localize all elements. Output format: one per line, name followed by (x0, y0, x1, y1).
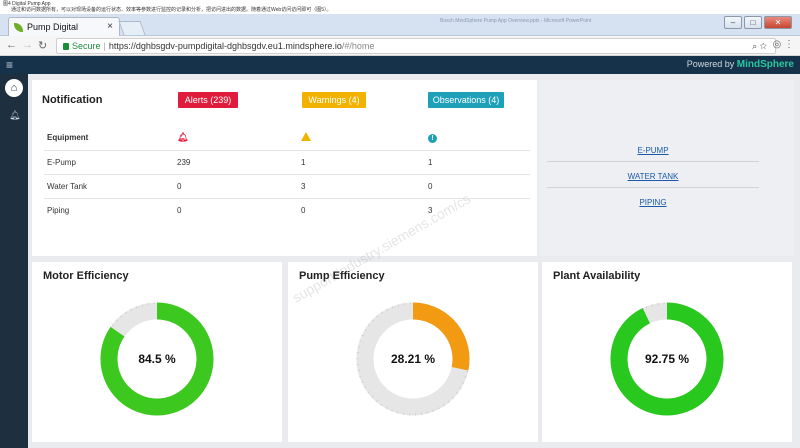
app-leaf-icon (14, 23, 23, 32)
address-bar-row: ← → ↻ Secure | https://dghbsgdv-pumpdigita… (0, 36, 800, 56)
window-controls: – □ ✕ (724, 16, 792, 29)
link-piping[interactable]: PIPING (547, 198, 759, 207)
motor-efficiency-value: 84.5 % (138, 352, 176, 366)
browser-tab-strip: Pump Digital × Bosch MindSphere Pump App… (0, 14, 800, 36)
browser-menu-icons: ◎ ⋮ (772, 39, 794, 50)
kebab-menu-icon[interactable]: ⋮ (784, 39, 794, 50)
pump-efficiency-title: Pump Efficiency (299, 270, 385, 282)
plant-availability-gauge: 92.75 % (610, 302, 724, 416)
warnings-count: 0 (301, 205, 306, 215)
url-host: https://dghbsgdv-pumpdigital-dghbsgdv.eu… (108, 41, 342, 51)
powered-by-label: Powered by (686, 59, 735, 69)
close-window-button[interactable]: ✕ (764, 16, 792, 29)
url-separator: | (103, 41, 106, 51)
link-divider (547, 187, 759, 188)
table-row: Piping 0 0 3 (44, 198, 530, 222)
warning-triangle-icon (301, 132, 311, 142)
bell-icon[interactable]: 🔔︎ (9, 110, 20, 121)
mindsphere-brand: MindSphere (736, 59, 794, 70)
pump-efficiency-card: Pump Efficiency 28.21 % (288, 262, 538, 442)
back-arrow-icon[interactable]: ← (6, 39, 17, 51)
warnings-count: 1 (298, 150, 425, 175)
equipment-header: Equipment (44, 126, 174, 151)
star-icon[interactable]: ☆ (760, 41, 767, 51)
motor-efficiency-title: Motor Efficiency (43, 270, 129, 282)
table-header-row: Equipment 🔔︎ ! (44, 126, 530, 151)
url-path: /#/home (341, 41, 375, 51)
window-title: Bosch MindSphere Pump App Overview.pptx … (440, 18, 592, 24)
alert-bell-icon: 🔔︎ (177, 132, 189, 143)
tab-title: Pump Digital (27, 22, 79, 32)
warnings-badge[interactable]: Warnings (4) (302, 92, 366, 108)
maximize-button[interactable]: □ (744, 16, 762, 29)
equipment-name: Piping (47, 205, 70, 215)
alerts-badge[interactable]: Alerts (239) (178, 92, 238, 108)
equipment-name: Water Tank (44, 174, 174, 199)
equipment-table: Equipment 🔔︎ ! E-Pump 239 1 1 Water Tank… (44, 126, 530, 222)
warnings-count: 3 (298, 174, 425, 199)
alerts-count: 0 (174, 174, 298, 199)
pump-efficiency-value: 28.21 % (390, 352, 436, 366)
observation-column-header: ! (425, 126, 530, 151)
alerts-count: 239 (174, 150, 298, 175)
caption-line-2: 通过和访问数据所有，可以对现场设备的运行状态、效率等参数进行监控的记录和分析，把… (11, 7, 332, 13)
link-e-pump[interactable]: E-PUMP (547, 146, 759, 155)
notification-title: Notification (42, 94, 103, 106)
lock-icon (63, 43, 69, 50)
powered-by: Powered by MindSphere (687, 59, 794, 70)
zoom-icon[interactable]: ⌕ (752, 41, 757, 51)
motor-efficiency-gauge: 84.5 % (100, 302, 214, 416)
observations-count: 1 (425, 150, 530, 175)
hamburger-menu-icon[interactable]: ≡ (6, 58, 13, 72)
observations-count: 0 (425, 174, 530, 199)
info-icon: ! (428, 133, 437, 143)
link-water-tank[interactable]: WATER TANK (547, 172, 759, 181)
table-row: Water Tank 0 3 0 (44, 174, 530, 199)
forward-arrow-icon[interactable]: → (22, 39, 33, 51)
new-tab-button[interactable] (118, 21, 146, 35)
link-divider (547, 161, 759, 162)
table-row: E-Pump 239 1 1 (44, 150, 530, 175)
tab-close-icon[interactable]: × (107, 21, 113, 32)
alert-column-header: 🔔︎ (174, 126, 298, 151)
observations-badge[interactable]: Observations (4) (428, 92, 504, 108)
alerts-count: 0 (177, 205, 182, 215)
browser-tab[interactable]: Pump Digital × (8, 17, 120, 36)
observations-count: 3 (428, 205, 433, 215)
notification-card: Notification Alerts (239) Warnings (4) O… (32, 80, 537, 256)
secure-label: Secure (72, 41, 101, 51)
url-input[interactable]: Secure | https://dghbsgdv-pumpdigital-dghb… (56, 38, 776, 54)
equipment-links-card: E-PUMP WATER TANK PIPING (539, 80, 794, 256)
omnibox-icons: ⌕ ☆ (752, 41, 767, 52)
sidebar: ⌂ 🔔︎ (0, 74, 28, 448)
pump-efficiency-gauge: 28.21 % (356, 302, 470, 416)
app-header: ≡ Powered by MindSphere (0, 56, 800, 74)
home-icon[interactable]: ⌂ (5, 79, 23, 97)
minimize-button[interactable]: – (724, 16, 742, 29)
plant-availability-title: Plant Availability (553, 270, 641, 282)
plant-availability-value: 92.75 % (644, 352, 690, 366)
main-content: Notification Alerts (239) Warnings (4) O… (28, 74, 800, 448)
motor-efficiency-card: Motor Efficiency 84.5 % (32, 262, 282, 442)
equipment-name: E-Pump (44, 150, 174, 175)
plant-availability-card: Plant Availability 92.75 % (542, 262, 792, 442)
reload-icon[interactable]: ↻ (38, 39, 47, 52)
extension-icon[interactable]: ◎ (772, 39, 781, 50)
warning-column-header (298, 126, 425, 151)
